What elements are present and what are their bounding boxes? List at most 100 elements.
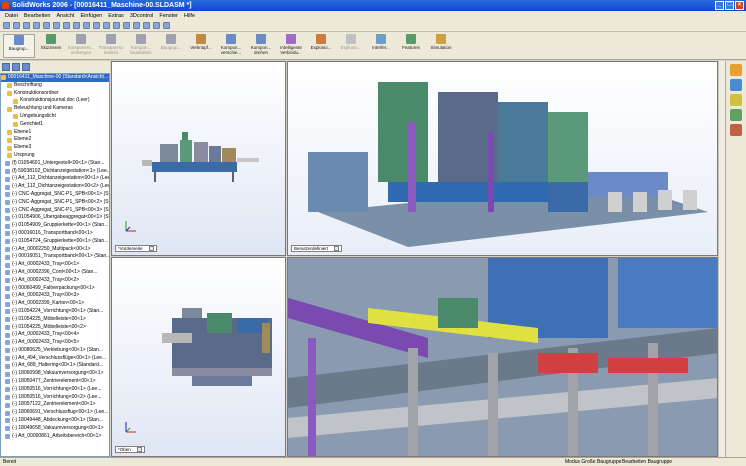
tree-item[interactable]: Konstruktionsordner: [1, 90, 109, 98]
print-icon[interactable]: [33, 22, 40, 29]
view-name-top[interactable]: *Oben: [115, 446, 145, 453]
tool-button[interactable]: Explosio...: [337, 34, 365, 58]
options-icon[interactable]: [73, 22, 80, 29]
tree-item[interactable]: (-) 18050516_Vorrichtung<00<1> (Lee...: [1, 386, 109, 394]
viewport-top[interactable]: *Oben: [111, 257, 286, 457]
tool-button[interactable]: Kompon... verschie...: [217, 34, 245, 58]
viewport-front[interactable]: *Vorderseite: [111, 61, 286, 256]
tree-item[interactable]: (-) 18050477_Zentrierelement<00<1>: [1, 378, 109, 386]
tree-item[interactable]: (-) Art_112_Dichtanzeigestation<00<2> (L…: [1, 183, 109, 191]
menu-datei[interactable]: Datei: [2, 13, 21, 19]
chevron-down-icon[interactable]: [334, 246, 340, 251]
menu-bearbeiten[interactable]: Bearbeiten: [21, 13, 54, 19]
zoom-fit-icon[interactable]: [83, 22, 90, 29]
help-icon[interactable]: [163, 22, 170, 29]
tree-item[interactable]: Beleuchtung und Kameras: [1, 105, 109, 113]
view-palette-icon[interactable]: [730, 124, 742, 136]
tree-item[interactable]: (-) Art_00002433_Tray<00<5>: [1, 339, 109, 347]
tool-button[interactable]: Explosio...: [307, 34, 335, 58]
tree-item[interactable]: (-) Art_494_Verschlussflüge<00<1> (Lee..…: [1, 355, 109, 363]
chevron-down-icon[interactable]: [148, 246, 154, 251]
tree-item[interactable]: (-) 01054906_Übergabeaggregat<00<1> (Sta…: [1, 214, 109, 222]
vertical-scrollbar[interactable]: [718, 61, 725, 457]
tree-item[interactable]: Konstruktionsjournal.doc (Leer): [1, 97, 109, 105]
tree-item[interactable]: (-) 01054909_Gruppierkette<00<1> (Stan..…: [1, 222, 109, 230]
tree-item[interactable]: (-) 00016051_Transportband<00<1> (Stan..…: [1, 253, 109, 261]
menu-hilfe[interactable]: Hilfe: [181, 13, 198, 19]
tree-item[interactable]: (-) Art_00000861_Arbeitsbereich<00<1>: [1, 433, 109, 441]
rotate-icon[interactable]: [103, 22, 110, 29]
tree-item[interactable]: (-) Art_00002433_Tray<00<4>: [1, 331, 109, 339]
tool-button[interactable]: Features: [397, 34, 425, 58]
menu-fenster[interactable]: Fenster: [156, 13, 181, 19]
tool-button[interactable]: Kompon... drehen: [247, 34, 275, 58]
tree-item[interactable]: Ursprung: [1, 152, 109, 160]
tree-item[interactable]: (f) 59038102_Dichtanzeigestation<1> (Lee…: [1, 168, 109, 176]
tool-button[interactable]: Interfer...: [367, 34, 395, 58]
search-icon[interactable]: [730, 109, 742, 121]
view-name-custom[interactable]: Benutzerdefiniert: [291, 245, 343, 252]
menu-extras[interactable]: Extras: [105, 13, 127, 19]
tool-button[interactable]: Transparenz ändern: [97, 34, 125, 58]
view-orientation-icon[interactable]: [153, 22, 160, 29]
tool-button[interactable]: Simulation: [427, 34, 455, 58]
tree-item[interactable]: (-) 18049658_Vakuumversorgung<00<1>: [1, 425, 109, 433]
tool-button[interactable]: Baugrup...: [3, 34, 35, 58]
tree-item[interactable]: Beschriftung: [1, 82, 109, 90]
tool-button[interactable]: Skizzieren: [37, 34, 65, 58]
pan-icon[interactable]: [113, 22, 120, 29]
tree-item[interactable]: (-) 18060998_Vakuumversorgung<00<1>: [1, 370, 109, 378]
tree-item[interactable]: (-) 01054225_Möbelleiste<00<2>: [1, 324, 109, 332]
tree-item[interactable]: (-) 18057122_Zentrierelement<00<1>: [1, 401, 109, 409]
shaded-icon[interactable]: [123, 22, 130, 29]
configurationmanager-tab-icon[interactable]: [22, 63, 30, 71]
tree-item[interactable]: (-) 00016016_Transportband<00<1>: [1, 230, 109, 238]
tree-item[interactable]: Gerichtet1: [1, 121, 109, 129]
tree-item[interactable]: Umgebungslicht: [1, 113, 109, 121]
tree-item[interactable]: (-) Art_00002433_Tray<00<1>: [1, 261, 109, 269]
file-explorer-icon[interactable]: [730, 94, 742, 106]
tree-item[interactable]: (-) Art_112_Dichtanzeigestation<00<1> (L…: [1, 175, 109, 183]
wireframe-icon[interactable]: [133, 22, 140, 29]
new-icon[interactable]: [3, 22, 10, 29]
design-library-icon[interactable]: [730, 79, 742, 91]
tree-item[interactable]: (-) 00060499_Faltverpackung<00<1>: [1, 285, 109, 293]
tree-item[interactable]: (-) CNC-Aggregat_SNC-P1_SPB<00<3> (Stan.…: [1, 207, 109, 215]
open-icon[interactable]: [13, 22, 20, 29]
tool-button[interactable]: Baugrup...: [157, 34, 185, 58]
tree-item[interactable]: (f) 01054601_Untergestell<00<1> (Stan...: [1, 160, 109, 168]
tool-button[interactable]: Komponent... verbergen: [67, 34, 95, 58]
minimize-button[interactable]: _: [715, 1, 724, 10]
tree-item[interactable]: (-) Art_00002433_Tray<00<2>: [1, 277, 109, 285]
tree-item[interactable]: (-) 01054225_Möbelleiste<00<1>: [1, 316, 109, 324]
featuremanager-tab-icon[interactable]: [2, 63, 10, 71]
tree-item[interactable]: Ebene1: [1, 129, 109, 137]
propertymanager-tab-icon[interactable]: [12, 63, 20, 71]
tree-item[interactable]: (-) 18050516_Vorrichtung<00<2> (Lee...: [1, 394, 109, 402]
menu-3dcontrol[interactable]: 3Dcontrol: [127, 13, 157, 19]
tree-item[interactable]: (-) CNC-Aggregat_SNC-P1_SPB<00<2> (Stan.…: [1, 199, 109, 207]
solidworks-resources-icon[interactable]: [730, 64, 742, 76]
undo-icon[interactable]: [43, 22, 50, 29]
zoom-area-icon[interactable]: [93, 22, 100, 29]
menu-ansicht[interactable]: Ansicht: [53, 13, 77, 19]
maximize-button[interactable]: □: [725, 1, 734, 10]
tree-item[interactable]: (-) 01054224_Vorrichtung<00<1> (Stan...: [1, 308, 109, 316]
viewport-isometric[interactable]: Benutzerdefiniert: [287, 61, 718, 256]
tree-root[interactable]: 00016411_Maschine-00 (Standard<Ansicht..…: [1, 74, 109, 82]
tree-item[interactable]: (-) CNC-Aggregat_SNC-P1_SPB<00<1> (Stan.…: [1, 191, 109, 199]
tool-button[interactable]: Verknüpf...: [187, 34, 215, 58]
tree-item[interactable]: (-) Art_00002433_Tray<00<3>: [1, 292, 109, 300]
viewport-detail[interactable]: [287, 257, 718, 457]
tree-item[interactable]: (-) Art_688_Haltering<00<1> (Standard...: [1, 362, 109, 370]
close-button[interactable]: ×: [735, 1, 744, 10]
view-name-front[interactable]: *Vorderseite: [115, 245, 157, 252]
tree-item[interactable]: (-) 00080625_Verklebung<00<1> (Stan...: [1, 347, 109, 355]
save-icon[interactable]: [23, 22, 30, 29]
rebuild-icon[interactable]: [63, 22, 70, 29]
section-view-icon[interactable]: [143, 22, 150, 29]
menu-einfuegen[interactable]: Einfügen: [78, 13, 106, 19]
tree-item[interactable]: (-) 01054724_Gruppierkette<00<1> (Stan..…: [1, 238, 109, 246]
tree-item[interactable]: (-) Art_00002250_Multipack<00<1>: [1, 246, 109, 254]
chevron-down-icon[interactable]: [136, 447, 142, 452]
